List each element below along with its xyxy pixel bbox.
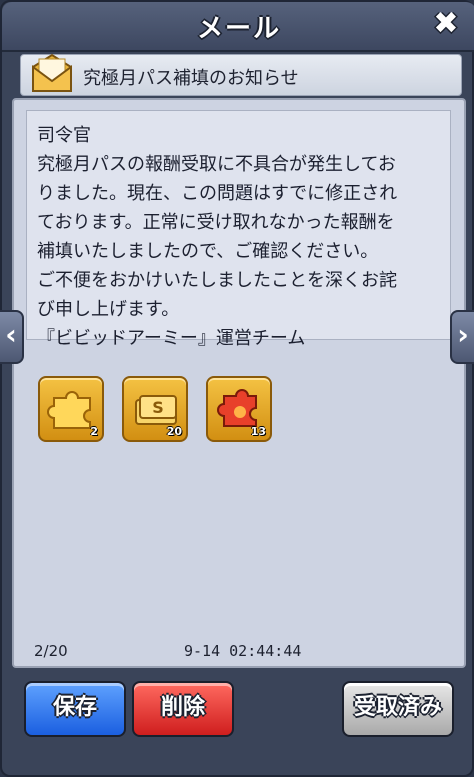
received-button[interactable]: 受取済み <box>342 681 454 737</box>
reward-item-puzzle[interactable]: 2 <box>38 376 104 442</box>
reward-list: 2 S 20 13 <box>38 376 338 446</box>
message-line: りました。現在、この問題はすでに修正され <box>37 183 398 204</box>
reward-item-red-puzzle[interactable]: 13 <box>206 376 272 442</box>
reward-count: 20 <box>166 425 182 438</box>
message-line: ご不便をおかけいたしましたことを深くお詫 <box>37 270 397 291</box>
svg-text:S: S <box>152 398 164 417</box>
envelope-icon <box>32 53 72 92</box>
mail-date: 9-14 02:44:44 <box>184 642 302 660</box>
reward-item-ticket[interactable]: S 20 <box>122 376 188 442</box>
message-line: ております。正常に受け取れなかった報酬を <box>37 212 395 233</box>
message-line: 究極月パスの報酬受取に不具合が発生してお <box>37 154 396 175</box>
message-line: 司令官 <box>37 125 91 146</box>
message-line: 『ビビッドアーミー』運営チーム <box>37 328 306 349</box>
mail-body-panel: 司令官 究極月パスの報酬受取に不具合が発生してお りました。現在、この問題はすで… <box>12 98 466 668</box>
message-line: 補填いたしましたので、ご確認ください。 <box>37 241 379 262</box>
subject-bar: 究極月パス補填のお知らせ <box>20 53 462 96</box>
prev-mail-button[interactable]: ‹ <box>0 310 24 364</box>
message-line: び申し上げます。 <box>37 299 180 320</box>
message-box: 司令官 究極月パスの報酬受取に不具合が発生してお りました。現在、この問題はすで… <box>26 110 451 349</box>
reward-count: 2 <box>90 425 98 438</box>
mail-subject: 究極月パス補填のお知らせ <box>83 68 299 89</box>
save-button[interactable]: 保存 <box>24 681 126 737</box>
mail-window: メール ✖ 究極月パス補填のお知らせ 司令官 究極月パスの報酬受取に不具合が発生… <box>0 0 474 777</box>
window-title: メール <box>196 14 281 44</box>
reward-count: 13 <box>250 425 266 438</box>
page-indicator: 2/20 <box>34 642 68 660</box>
delete-button[interactable]: 削除 <box>132 681 234 737</box>
next-mail-button[interactable]: › <box>450 310 474 364</box>
close-button[interactable]: ✖ <box>430 8 462 40</box>
title-bar: メール ✖ <box>2 2 474 52</box>
